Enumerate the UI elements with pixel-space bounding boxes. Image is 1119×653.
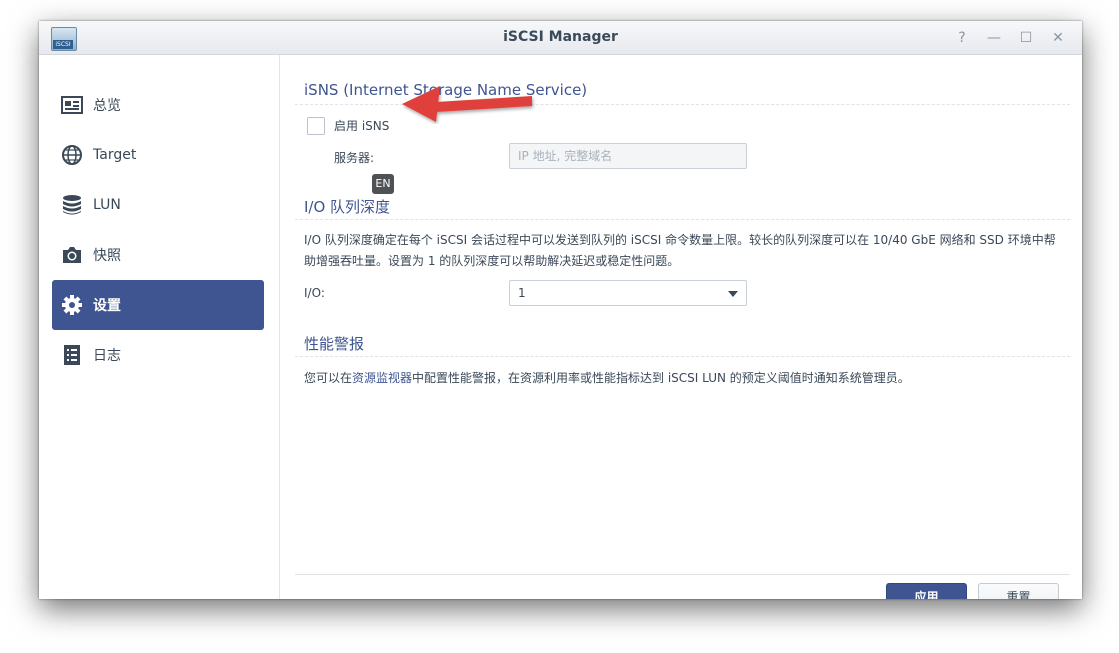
sidebar: 总览 Target LUN 快照 设置 日志 [39, 55, 280, 599]
server-label: 服务器: [334, 151, 375, 165]
enable-isns-label[interactable]: 启用 iSNS [334, 117, 389, 134]
sidebar-item-target[interactable]: Target [52, 130, 264, 180]
chevron-down-icon [728, 291, 738, 297]
isns-server-input[interactable]: IP 地址, 完整域名 [509, 143, 747, 169]
help-button[interactable]: ? [951, 27, 973, 49]
sidebar-item-settings[interactable]: 设置 [52, 280, 264, 330]
overview-icon [61, 94, 83, 116]
section-divider [295, 356, 1070, 357]
io-queue-depth-select[interactable]: 1 [509, 280, 747, 306]
sidebar-item-label: 日志 [93, 348, 121, 364]
sidebar-item-label: 设置 [93, 298, 121, 314]
window-title: iSCSI Manager [503, 29, 618, 45]
perf-description: 您可以在资源监视器中配置性能警报，在资源利用率或性能指标达到 iSCSI LUN… [304, 368, 1064, 389]
sidebar-item-label: LUN [93, 197, 121, 213]
gear-icon [61, 294, 83, 316]
minimize-button[interactable]: — [983, 27, 1005, 49]
io-section-title: I/O 队列深度 [304, 198, 391, 216]
io-description: I/O 队列深度确定在每个 iSCSI 会话过程中可以发送到队列的 iSCSI … [304, 233, 1056, 268]
maximize-button[interactable]: ☐ [1015, 27, 1037, 49]
settings-panel: iSNS (Internet Storage Name Service) 启用 … [295, 55, 1071, 599]
footer-divider [295, 574, 1070, 575]
ime-en-tooltip: EN [372, 174, 394, 194]
sidebar-item-snapshot[interactable]: 快照 [52, 230, 264, 280]
io-label: I/O: [304, 286, 325, 300]
iscsi-manager-window: iSCSI iSCSI Manager ? — ☐ ✕ 总览 Target LU… [39, 21, 1082, 599]
close-button[interactable]: ✕ [1047, 27, 1069, 49]
io-select-value: 1 [518, 286, 526, 300]
sidebar-item-overview[interactable]: 总览 [52, 80, 264, 130]
perf-desc-after: 中配置性能警报，在资源利用率或性能指标达到 iSCSI LUN 的预定义阈值时通… [412, 371, 910, 385]
camera-icon [61, 244, 83, 266]
enable-isns-checkbox[interactable] [307, 117, 325, 135]
sidebar-item-label: Target [93, 147, 137, 163]
resource-monitor-link[interactable]: 资源监视器 [352, 371, 412, 385]
sidebar-item-lun[interactable]: LUN [52, 180, 264, 230]
perf-desc-before: 您可以在 [304, 371, 353, 385]
sidebar-item-label: 快照 [93, 248, 121, 264]
apply-button[interactable]: 应用 [886, 583, 967, 599]
red-arrow-annotation [402, 86, 532, 122]
section-divider [295, 219, 1070, 220]
sidebar-item-label: 总览 [93, 98, 121, 114]
title-bar[interactable]: iSCSI iSCSI Manager ? — ☐ ✕ [39, 21, 1082, 55]
log-icon [61, 344, 83, 366]
database-icon [61, 194, 83, 216]
globe-icon [61, 144, 83, 166]
reset-button[interactable]: 重置 [978, 583, 1059, 599]
sidebar-item-log[interactable]: 日志 [52, 330, 264, 380]
perf-section-title: 性能警报 [304, 335, 365, 353]
